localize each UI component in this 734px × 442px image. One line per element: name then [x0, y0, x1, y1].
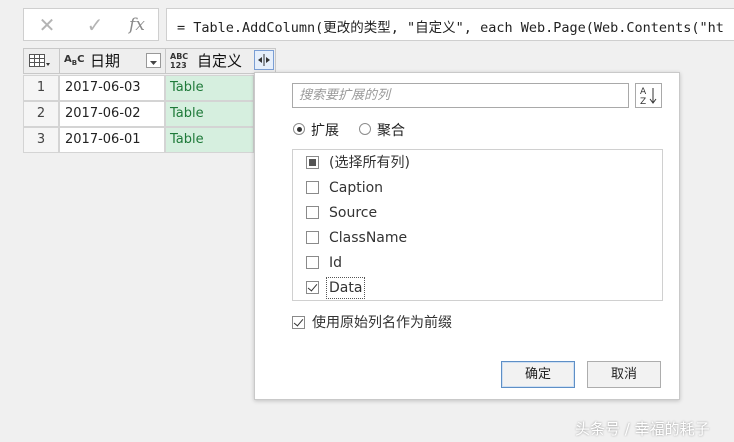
table-cell[interactable]: Table: [165, 101, 254, 127]
column-list: (选择所有列) Caption Source ClassName Id Data: [292, 149, 663, 301]
date-cell[interactable]: 2017-06-03: [59, 75, 165, 101]
item-label: Id: [329, 255, 343, 271]
svg-text:A: A: [640, 87, 647, 97]
item-label: ClassName: [329, 230, 408, 246]
column-name: 日期: [90, 52, 121, 70]
table-menu-icon[interactable]: [29, 54, 50, 68]
use-prefix-label: 使用原始列名作为前缀: [312, 315, 452, 331]
expand-columns-popup: 搜索要扩展的列 A Z 扩展 聚合 (选择所有列) Caption Source…: [254, 72, 680, 400]
row-number[interactable]: 1: [23, 75, 59, 101]
date-cell[interactable]: 2017-06-02: [59, 101, 165, 127]
formula-input[interactable]: = Table.AddColumn(更改的类型, "自定义", each Web…: [166, 8, 734, 41]
cancel-button[interactable]: 取消: [587, 361, 661, 388]
radio-expand[interactable]: [293, 123, 305, 135]
grid-header: ABC 日期 ABC 123 自定义: [23, 48, 276, 74]
column-name: 自定义: [197, 52, 243, 70]
text-type-icon[interactable]: ABC: [64, 55, 84, 68]
use-prefix-checkbox[interactable]: [292, 316, 305, 329]
expand-column-icon[interactable]: [254, 50, 274, 70]
checkbox[interactable]: [306, 231, 319, 244]
item-label: Caption: [329, 180, 384, 196]
item-label: Data: [325, 277, 366, 299]
any-type-icon[interactable]: ABC 123: [170, 52, 192, 70]
radio-expand-label[interactable]: 扩展: [311, 120, 339, 140]
item-label: (选择所有列): [329, 155, 410, 171]
table-cell[interactable]: Table: [165, 75, 254, 101]
item-label: Source: [329, 205, 378, 221]
column-header-date[interactable]: ABC 日期: [60, 49, 165, 73]
radio-aggregate[interactable]: [359, 123, 371, 135]
sort-ascending-icon[interactable]: A Z: [635, 83, 662, 108]
svg-text:Z: Z: [640, 97, 646, 107]
table-cell[interactable]: Table: [165, 127, 254, 153]
ok-button[interactable]: 确定: [501, 361, 575, 388]
checkbox[interactable]: [306, 256, 319, 269]
checkbox[interactable]: [306, 281, 319, 294]
date-cell[interactable]: 2017-06-01: [59, 127, 165, 153]
formula-buttons: ✕ ✓ fx: [23, 8, 159, 41]
row-number[interactable]: 2: [23, 101, 59, 127]
watermark: 头条号 / 幸福的耗子: [575, 420, 710, 438]
checkbox[interactable]: [306, 206, 319, 219]
fx-icon[interactable]: fx: [124, 13, 150, 37]
formula-bar: ✕ ✓ fx = Table.AddColumn(更改的类型, "自定义", e…: [0, 0, 734, 46]
radio-aggregate-label[interactable]: 聚合: [377, 120, 405, 140]
checkbox[interactable]: [306, 156, 319, 169]
filter-dropdown-icon[interactable]: [146, 53, 161, 68]
row-number[interactable]: 3: [23, 127, 59, 153]
checkbox[interactable]: [306, 181, 319, 194]
check-icon[interactable]: ✓: [82, 13, 108, 37]
close-icon[interactable]: ✕: [34, 13, 60, 37]
search-input[interactable]: 搜索要扩展的列: [292, 83, 629, 108]
